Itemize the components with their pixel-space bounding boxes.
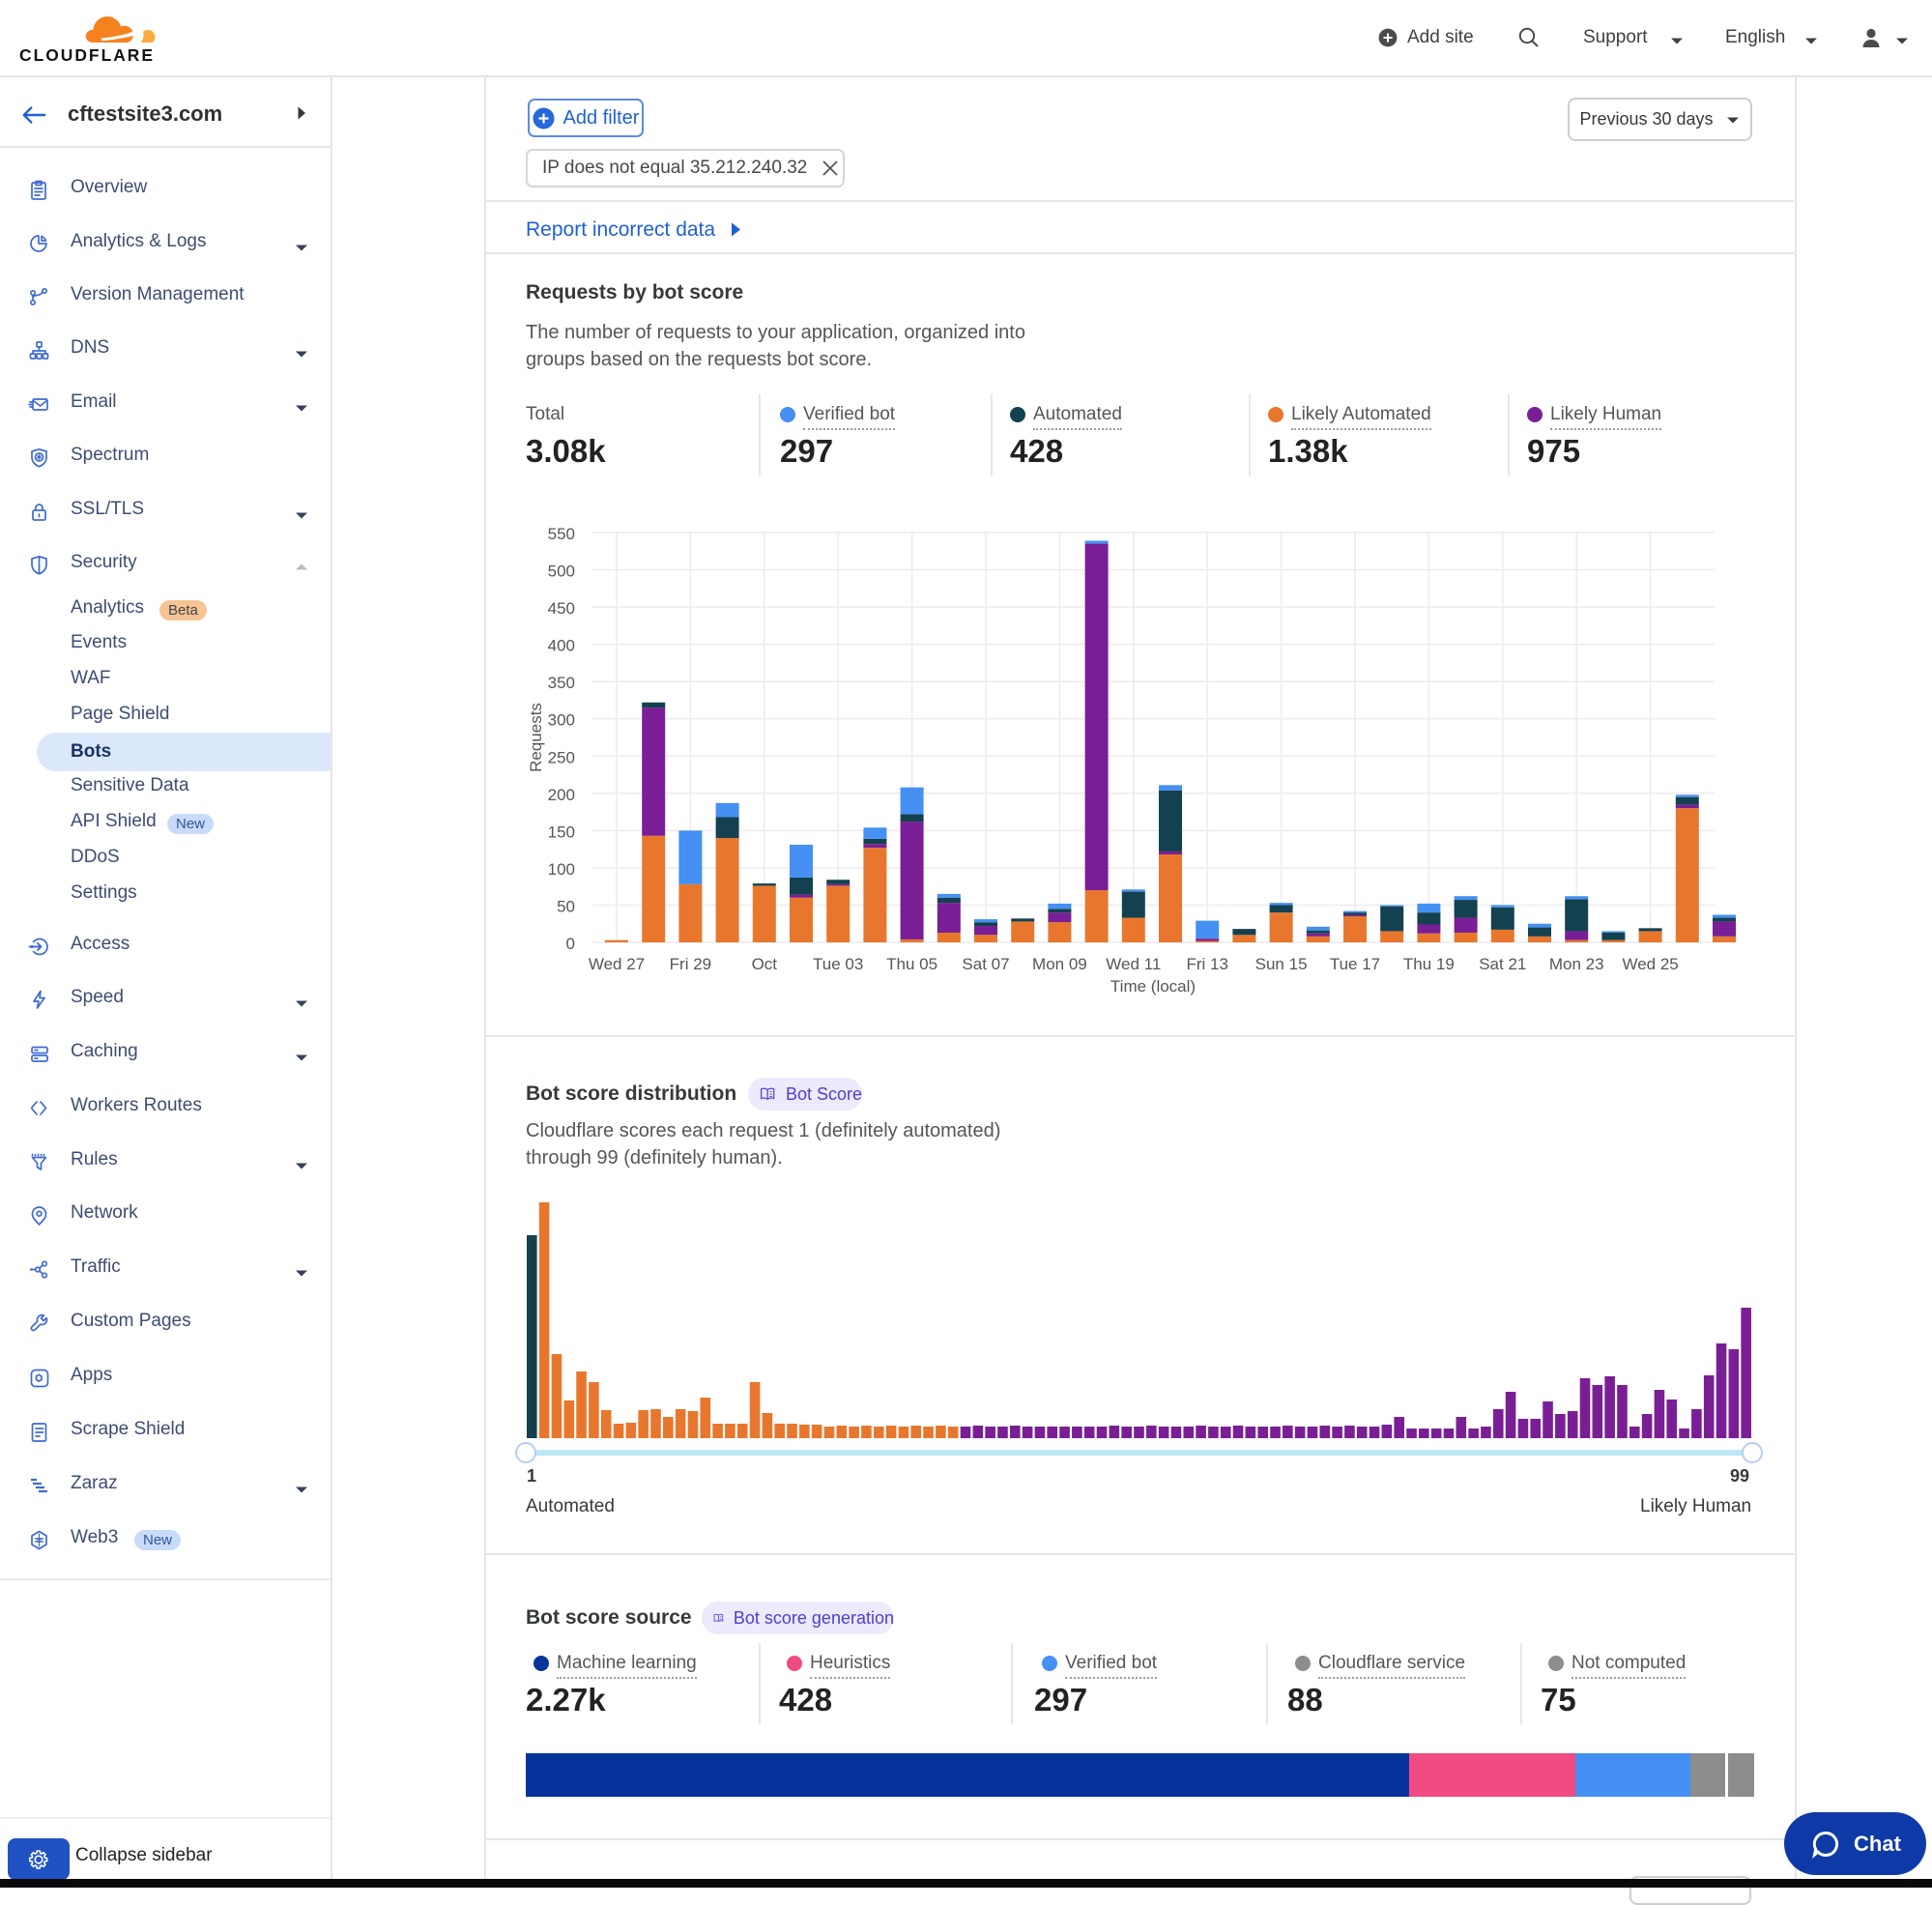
svg-text:500: 500 bbox=[548, 563, 575, 581]
svg-text:300: 300 bbox=[548, 711, 575, 730]
svg-text:CLOUDFLARE: CLOUDFLARE bbox=[19, 45, 155, 64]
svg-text:400: 400 bbox=[548, 637, 575, 655]
svg-text:150: 150 bbox=[548, 823, 575, 841]
svg-text:Mon 23: Mon 23 bbox=[1549, 955, 1604, 973]
svg-text:Tue 03: Tue 03 bbox=[813, 955, 863, 973]
svg-text:Oct: Oct bbox=[752, 955, 778, 973]
svg-text:Thu 05: Thu 05 bbox=[886, 955, 937, 973]
svg-text:200: 200 bbox=[548, 786, 575, 804]
svg-text:100: 100 bbox=[548, 860, 575, 879]
svg-text:250: 250 bbox=[548, 748, 575, 766]
svg-text:Fri 13: Fri 13 bbox=[1186, 955, 1227, 973]
svg-text:0: 0 bbox=[566, 935, 575, 953]
svg-text:550: 550 bbox=[548, 525, 575, 543]
svg-text:Requests: Requests bbox=[527, 703, 545, 772]
svg-text:Sun 15: Sun 15 bbox=[1255, 955, 1308, 973]
svg-text:Mon 09: Mon 09 bbox=[1032, 955, 1087, 973]
svg-text:Wed 25: Wed 25 bbox=[1622, 955, 1678, 973]
svg-text:Wed 27: Wed 27 bbox=[589, 955, 645, 973]
svg-text:Fri 29: Fri 29 bbox=[670, 955, 711, 973]
svg-text:Thu 19: Thu 19 bbox=[1403, 955, 1455, 973]
svg-text:Wed 11: Wed 11 bbox=[1106, 955, 1161, 973]
svg-text:450: 450 bbox=[548, 599, 575, 618]
svg-text:350: 350 bbox=[548, 674, 575, 692]
svg-text:Tue 17: Tue 17 bbox=[1330, 955, 1380, 973]
svg-text:50: 50 bbox=[557, 898, 575, 916]
svg-text:Sat 21: Sat 21 bbox=[1479, 955, 1526, 973]
svg-text:Time (local): Time (local) bbox=[1110, 977, 1196, 996]
svg-text:Sat 07: Sat 07 bbox=[962, 955, 1009, 973]
